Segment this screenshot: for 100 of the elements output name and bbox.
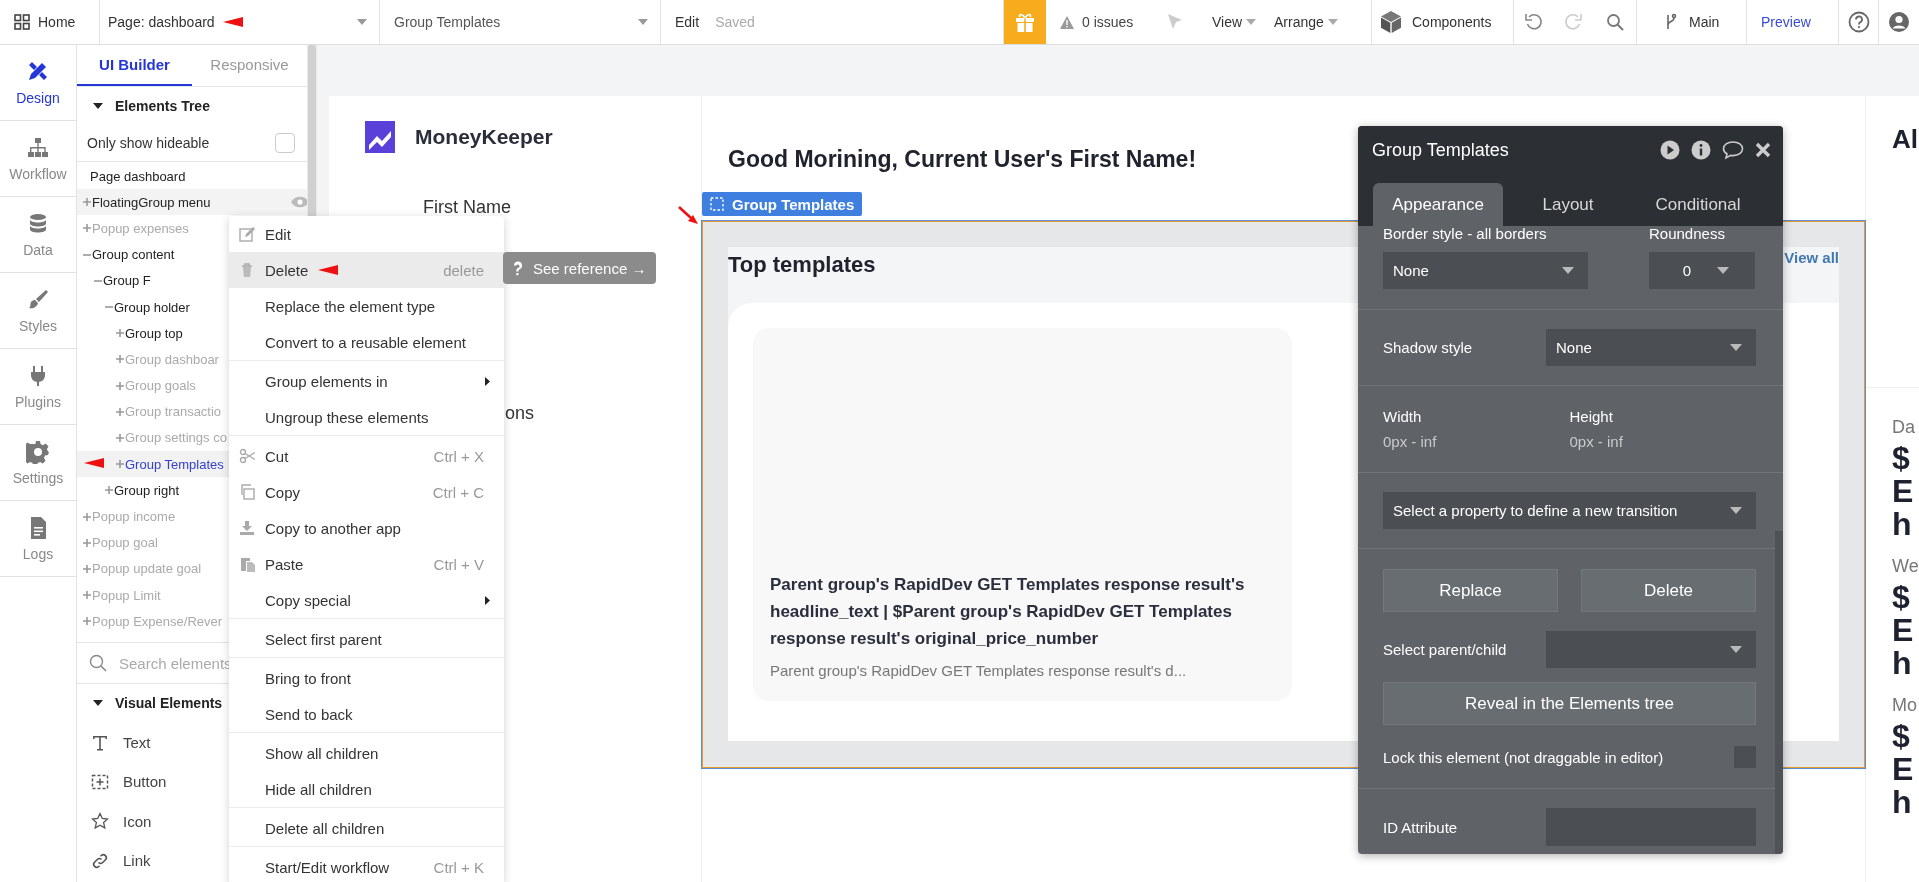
plus-icon[interactable] [83,224,91,233]
play-icon[interactable] [1660,140,1680,160]
page-dropdown[interactable]: Page: dashboard [100,0,380,44]
stat-value: h [1892,786,1913,819]
action-button[interactable]: Replace [1383,569,1558,612]
plus-icon[interactable] [83,538,91,547]
sidebar-tab[interactable]: Workflow [0,121,76,197]
column-title: Al [1892,124,1919,154]
preview-link[interactable]: Preview [1747,0,1839,44]
redo-icon[interactable] [1564,13,1582,31]
close-icon[interactable] [1755,142,1771,158]
triangle-icon[interactable] [93,700,103,707]
issues-button[interactable]: 0 issues [1046,0,1150,44]
action-button[interactable]: Delete [1581,569,1756,612]
plus-icon[interactable] [83,198,91,207]
sidebar-tab[interactable]: Design [0,45,76,121]
sidebar-tab[interactable]: Data [0,197,76,273]
tree-item[interactable]: Page dashboard [77,163,307,190]
plus-icon[interactable] [105,486,113,495]
avatar-icon[interactable] [1888,11,1910,33]
plus-icon[interactable] [116,381,124,390]
gift-icon [1014,11,1036,33]
stat-value: h [1892,508,1913,541]
plus-icon[interactable] [116,460,124,469]
gift-button[interactable] [1004,0,1046,44]
home-button[interactable]: Home [0,0,100,44]
components-button[interactable]: Components [1371,0,1513,44]
sidebar-tab[interactable]: Plugins [0,349,76,425]
menu-item[interactable]: Start/Edit workflow Ctrl + K [229,849,504,882]
caret-icon [638,19,648,25]
edit-menu[interactable]: Edit [675,14,700,30]
panel-tab[interactable]: UI Builder [77,45,192,86]
sidebar-tab[interactable]: Settings [0,425,76,501]
sidebar-tab[interactable]: Logs [0,501,76,577]
plus-icon[interactable] [83,617,91,626]
nav-item[interactable]: First Name [423,197,701,217]
menu-item[interactable]: Delete delete [229,252,504,288]
menu-item[interactable]: Show all children [229,735,504,771]
branch-button[interactable]: Main [1637,0,1747,44]
element-dropdown[interactable]: Group Templates [380,0,661,44]
help-icon[interactable] [1847,11,1870,33]
field-label: ID Attribute [1383,818,1458,836]
menu-item[interactable]: Select first parent [229,621,504,657]
editor-tab[interactable]: Layout [1503,183,1633,226]
plus-icon[interactable] [116,355,124,364]
caret-icon [1562,267,1574,274]
search-icon[interactable] [1605,13,1624,31]
dropdown[interactable]: Select a property to define a new transition [1383,492,1756,529]
caret-icon [1730,646,1742,653]
hierarchy-icon [26,135,50,160]
plus-icon[interactable] [116,329,124,338]
dropdown[interactable]: None [1383,252,1588,289]
tree-item[interactable]: FloatingGroup menu [77,189,307,216]
menu-item[interactable]: Group elements in [229,363,504,399]
menu-item[interactable]: Edit [229,216,504,252]
section-title: Top templates [728,251,876,279]
menu-item[interactable]: Send to back [229,696,504,732]
cursor-icon[interactable] [1167,13,1183,31]
arrange-menu[interactable]: Arrange [1272,0,1354,44]
comment-icon[interactable] [1722,140,1744,160]
dashed-square-icon [710,197,724,211]
menu-item[interactable]: Ungroup these elements [229,399,504,435]
plus-icon[interactable] [83,512,91,521]
checkbox-label: Only show hideable [87,135,211,151]
field-value: 0px - inf [1383,433,1438,451]
plus-icon[interactable] [83,564,91,573]
clipboard-icon [239,556,255,572]
field-value: 0px - inf [1569,433,1624,451]
copy-icon [239,484,255,500]
nav-item[interactable]: ons [505,403,701,423]
reveal-button[interactable]: Reveal in the Elements tree [1383,682,1756,725]
section-title: Visual Elements [115,695,223,712]
triangle-icon[interactable] [93,103,103,109]
view-menu[interactable]: View [1200,0,1272,44]
plus-icon[interactable] [83,591,91,600]
panel-title: Group Templates [1372,139,1510,161]
checkbox[interactable] [275,133,295,153]
stat-value: $ [1892,581,1911,614]
menu-item[interactable]: Bring to front [229,660,504,696]
plus-icon[interactable] [116,433,124,442]
undo-icon[interactable] [1524,13,1543,31]
menu-item[interactable]: Replace the element type [229,288,504,324]
menu-item[interactable]: Delete all children [229,810,504,846]
plus-icon[interactable] [116,407,124,416]
dropdown[interactable]: 0 [1649,252,1755,289]
menu-item[interactable]: Paste Ctrl + V [229,546,504,582]
view-all-link[interactable]: View all [1784,248,1839,268]
dropdown[interactable]: None [1546,329,1756,366]
editor-tab[interactable]: Conditional [1633,183,1763,226]
field-label: Shadow style [1383,339,1473,356]
caret-icon [1730,507,1742,514]
info-icon[interactable] [1691,140,1711,160]
menu-item[interactable]: Copy to another app [229,510,504,546]
menu-item[interactable]: Hide all children [229,771,504,807]
editor-tab[interactable]: Appearance [1373,183,1503,226]
pencil-icon [239,226,255,242]
sidebar-tab[interactable]: Styles [0,273,76,349]
warning-icon [1060,15,1074,29]
menu-item[interactable]: Convert to a reusable element [229,324,504,360]
scrollbar[interactable] [1775,531,1783,854]
